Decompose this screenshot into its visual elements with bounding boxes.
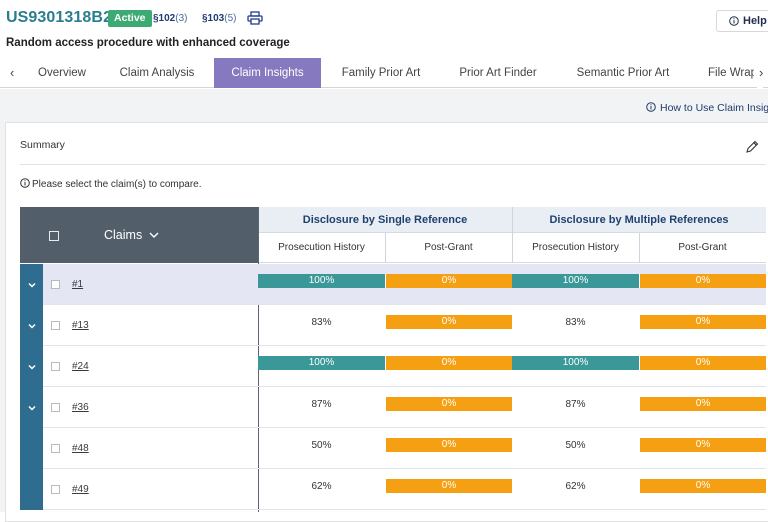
- subheader-multi-prosecution: Prosecution History: [512, 233, 639, 263]
- score-bar: 100%: [258, 356, 385, 370]
- score-bar: 0%: [385, 356, 512, 370]
- row-checkbox[interactable]: [51, 403, 60, 412]
- tab-overview[interactable]: Overview: [28, 58, 96, 88]
- score-bar: 0%: [385, 274, 512, 288]
- score-value: 50%: [565, 440, 586, 451]
- claims-sort-header[interactable]: Claims: [104, 228, 159, 242]
- score-value: 50%: [311, 440, 332, 451]
- subheader-single-post-grant: Post-Grant: [385, 233, 512, 263]
- score-bar: 0%: [385, 438, 512, 452]
- tab-semantic-prior-art[interactable]: Semantic Prior Art: [567, 58, 679, 88]
- claim-link[interactable]: #48: [72, 443, 89, 454]
- chevron-down-icon[interactable]: [27, 403, 37, 413]
- column-divider: [512, 207, 513, 263]
- column-divider: [385, 233, 386, 263]
- score-value: 87%: [311, 399, 332, 410]
- row-checkbox[interactable]: [51, 485, 60, 494]
- chevron-down-icon[interactable]: [27, 280, 37, 290]
- score-value: 83%: [311, 317, 332, 328]
- print-icon[interactable]: [247, 11, 263, 25]
- row-expand-strip: [20, 469, 43, 510]
- claim-link[interactable]: #36: [72, 402, 89, 413]
- tab-family-prior-art[interactable]: Family Prior Art: [330, 58, 432, 88]
- select-all-checkbox[interactable]: [49, 231, 59, 241]
- chevron-down-icon[interactable]: [27, 362, 37, 372]
- help-label: Help: [743, 15, 767, 27]
- how-to-link[interactable]: How to Use Claim Insights: [646, 101, 768, 114]
- claims-header-label: Claims: [104, 228, 143, 242]
- help-button[interactable]: Help: [716, 10, 768, 32]
- group-single-reference: Disclosure by Single Reference: [258, 207, 512, 233]
- statute-103[interactable]: §103(5): [202, 13, 236, 24]
- claim-link[interactable]: #24: [72, 361, 89, 372]
- tabs-prev-button[interactable]: ‹: [10, 58, 14, 88]
- score-bar: 0%: [639, 274, 766, 288]
- status-badge: Active: [108, 10, 152, 27]
- summary-divider: [20, 164, 766, 165]
- tab-claim-analysis[interactable]: Claim Analysis: [108, 58, 206, 88]
- chevron-down-icon: [149, 232, 159, 238]
- patent-number[interactable]: US9301318B2: [6, 9, 112, 27]
- score-bar: 0%: [385, 397, 512, 411]
- score-bar: 0%: [385, 479, 512, 493]
- info-icon: [646, 102, 656, 112]
- statute-102[interactable]: §102(3): [153, 13, 187, 24]
- statute-103-label: §103: [202, 13, 225, 24]
- row-checkbox[interactable]: [51, 362, 60, 371]
- claim-link[interactable]: #49: [72, 484, 89, 495]
- score-bar: 0%: [639, 356, 766, 370]
- tab-claim-insights[interactable]: Claim Insights: [214, 58, 321, 88]
- score-bar: 0%: [639, 438, 766, 452]
- statute-102-count: (3): [175, 13, 188, 24]
- tab-prior-art-finder[interactable]: Prior Art Finder: [446, 58, 550, 88]
- score-value: 62%: [565, 481, 586, 492]
- summary-title: Summary: [20, 139, 65, 151]
- chevron-down-icon[interactable]: [27, 321, 37, 331]
- score-bar: 0%: [639, 479, 766, 493]
- group-multiple-references: Disclosure by Multiple References: [512, 207, 766, 233]
- score-bar: 0%: [385, 315, 512, 329]
- score-bar: 100%: [512, 356, 639, 370]
- score-value: 62%: [311, 481, 332, 492]
- compare-note: Please select the claim(s) to compare.: [20, 177, 202, 190]
- row-checkbox[interactable]: [51, 280, 60, 289]
- score-bar: 100%: [258, 274, 385, 288]
- score-bar: 0%: [639, 315, 766, 329]
- tabs-next-button[interactable]: ›: [757, 58, 764, 88]
- patent-title: Random access procedure with enhanced co…: [6, 37, 290, 49]
- statute-103-count: (5): [224, 13, 237, 24]
- info-icon: [729, 16, 739, 26]
- score-value: 83%: [565, 317, 586, 328]
- pencil-icon[interactable]: [745, 140, 759, 154]
- claim-link[interactable]: #1: [72, 279, 83, 290]
- row-expand-strip: [20, 428, 43, 469]
- how-to-label: How to Use Claim Insights: [660, 102, 768, 114]
- score-bar: 100%: [512, 274, 639, 288]
- score-value: 87%: [565, 399, 586, 410]
- tab-bar: ‹ Overview Claim Analysis Claim Insights…: [0, 58, 768, 88]
- statute-102-label: §102: [153, 13, 176, 24]
- info-icon: [20, 178, 30, 188]
- column-divider: [639, 233, 640, 263]
- subheader-single-prosecution: Prosecution History: [258, 233, 385, 263]
- score-bar: 0%: [639, 397, 766, 411]
- claim-link[interactable]: #13: [72, 320, 89, 331]
- row-checkbox[interactable]: [51, 444, 60, 453]
- compare-note-text: Please select the claim(s) to compare.: [32, 179, 202, 190]
- subheader-multi-post-grant: Post-Grant: [639, 233, 766, 263]
- tab-file-wrap[interactable]: File Wrap: [696, 58, 754, 88]
- patent-header: US9301318B2 Active §102(3) §103(5) Help …: [0, 0, 768, 56]
- row-checkbox[interactable]: [51, 321, 60, 330]
